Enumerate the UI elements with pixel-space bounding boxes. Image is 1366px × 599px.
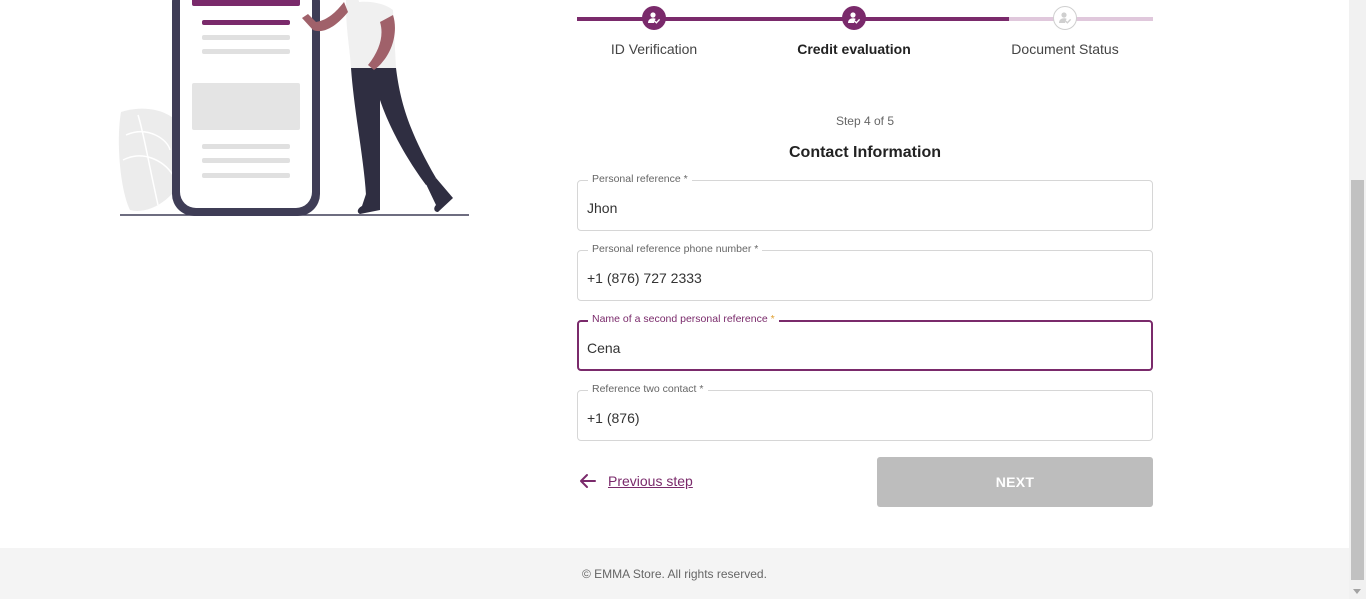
second-reference-name-input[interactable]: Cena: [587, 340, 620, 356]
next-button[interactable]: NEXT: [877, 457, 1153, 507]
personal-reference-label: Personal reference *: [588, 173, 692, 185]
scrollbar-thumb[interactable]: [1351, 180, 1364, 580]
personal-reference-phone-input[interactable]: +1 (876) 727 2333: [587, 270, 702, 286]
reference-two-contact-input[interactable]: +1 (876): [587, 410, 640, 426]
personal-reference-phone-field[interactable]: Personal reference phone number * +1 (87…: [577, 243, 1153, 301]
second-reference-name-field[interactable]: Name of a second personal reference * Ce…: [577, 313, 1153, 371]
form-title: Contact Information: [789, 144, 941, 161]
step-label-document-status: Document Status: [1011, 41, 1119, 57]
previous-step-label[interactable]: Previous step: [608, 473, 693, 489]
personal-reference-field[interactable]: Personal reference * Jhon: [577, 173, 1153, 231]
personal-reference-input[interactable]: Jhon: [587, 200, 617, 216]
page: ID Verification Credit evaluation Docume…: [0, 0, 1349, 599]
step-counter: Step 4 of 5: [835, 114, 895, 128]
step-label-credit-evaluation: Credit evaluation: [797, 41, 911, 57]
scroll-down-arrow-icon[interactable]: [1353, 589, 1361, 594]
footer: © EMMA Store. All rights reserved.: [0, 548, 1349, 599]
vertical-scrollbar[interactable]: [1349, 0, 1366, 599]
reference-two-contact-field[interactable]: Reference two contact * +1 (876): [577, 383, 1153, 441]
personal-reference-phone-label: Personal reference phone number *: [588, 243, 763, 255]
person-with-phone-illustration: [118, 0, 469, 216]
previous-step-link[interactable]: Previous step: [578, 471, 693, 491]
step-1-user-check-icon: [642, 6, 666, 30]
reference-two-contact-label: Reference two contact *: [588, 383, 708, 395]
arrow-left-icon: [580, 474, 596, 488]
step-label-id-verification: ID Verification: [610, 41, 698, 57]
second-reference-name-label: Name of a second personal reference *: [588, 313, 779, 325]
step-2-user-check-icon: [842, 6, 866, 30]
stepper-remaining-line: [1009, 17, 1153, 21]
progress-stepper: ID Verification Credit evaluation Docume…: [577, 0, 1153, 70]
copyright-text: © EMMA Store. All rights reserved.: [582, 567, 767, 581]
step-3-user-check-icon: [1053, 6, 1077, 30]
